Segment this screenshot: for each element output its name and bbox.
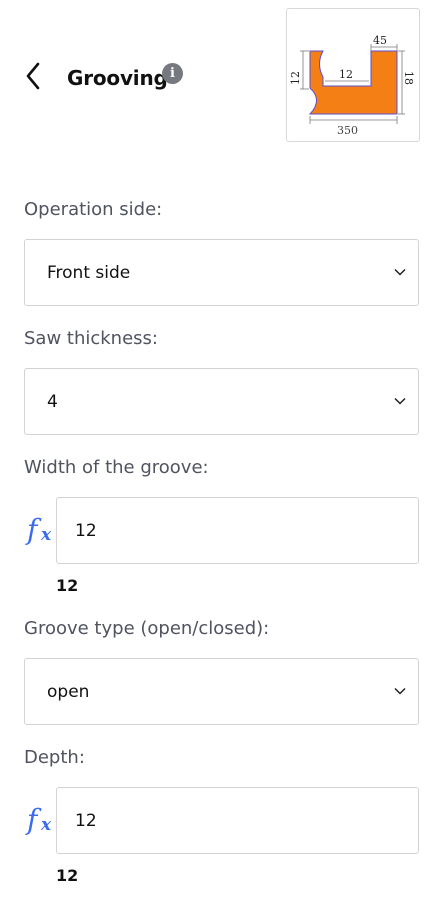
page-title: Grooving <box>67 66 168 90</box>
operation-side-value: Front side <box>47 262 131 283</box>
groove-width-input[interactable]: 12 <box>56 497 419 564</box>
groove-type-select[interactable]: open <box>24 658 419 725</box>
depth-computed: 12 <box>56 866 79 885</box>
chevron-down-icon <box>394 397 406 405</box>
groove-diagram: 45 12 350 12 18 <box>289 34 415 137</box>
depth-label: Depth: <box>24 747 85 768</box>
dim-top-label: 45 <box>373 34 387 47</box>
operation-side-label: Operation side: <box>24 199 163 220</box>
dim-bottom-label: 350 <box>337 124 358 137</box>
info-icon[interactable]: i <box>162 63 183 84</box>
groove-preview: 45 12 350 12 18 <box>286 8 420 142</box>
chevron-left-icon <box>26 62 40 90</box>
groove-type-label: Groove type (open/closed): <box>24 618 270 639</box>
profile-shape <box>308 50 398 115</box>
chevron-down-icon <box>394 268 406 276</box>
chevron-down-icon <box>394 687 406 695</box>
dim-inner-label: 12 <box>339 68 353 81</box>
dim-right-label: 18 <box>402 71 415 85</box>
grooving-panel: Grooving i 45 12 350 12 18 Operation sid… <box>0 0 433 903</box>
saw-thickness-select[interactable]: 4 <box>24 368 419 435</box>
saw-thickness-value: 4 <box>47 391 58 412</box>
formula-icon[interactable]: fx <box>27 802 53 838</box>
groove-width-computed: 12 <box>56 576 79 595</box>
saw-thickness-label: Saw thickness: <box>24 328 158 349</box>
groove-width-value: 12 <box>75 520 97 541</box>
groove-width-label: Width of the groove: <box>24 457 209 478</box>
operation-side-select[interactable]: Front side <box>24 239 419 306</box>
formula-icon[interactable]: fx <box>27 512 53 548</box>
back-button[interactable] <box>20 60 46 92</box>
dim-left-label: 12 <box>289 71 302 85</box>
groove-type-value: open <box>47 681 90 702</box>
depth-input[interactable]: 12 <box>56 787 419 854</box>
depth-value: 12 <box>75 810 97 831</box>
